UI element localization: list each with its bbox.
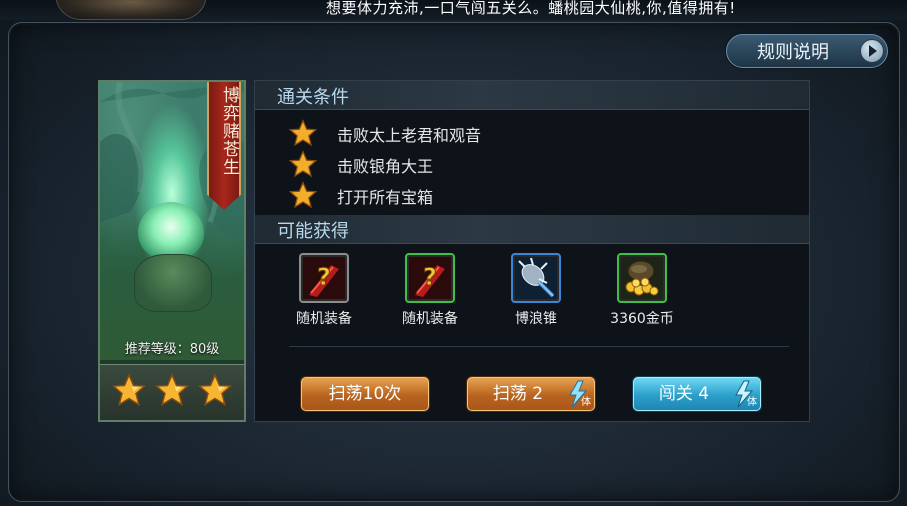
sweep-10-label: 扫荡10次 [328, 384, 402, 404]
clear-conditions-header: 通关条件 [255, 81, 809, 110]
star-icon [198, 373, 232, 407]
condition-text: 打开所有宝箱 [337, 188, 434, 207]
sweep-10-button[interactable]: 扫荡10次 [301, 377, 429, 411]
stage-card[interactable]: 博弈赌苍生 推荐等级：80级 [98, 80, 246, 422]
possible-rewards-header: 可能获得 [255, 215, 809, 244]
stage-title: 博弈赌苍生 [219, 86, 239, 176]
divider [289, 346, 789, 347]
clear-conditions-title: 通关条件 [277, 87, 349, 108]
energy-icon: 体 [730, 380, 758, 408]
random-equipment-icon: ? [405, 253, 455, 303]
reward-name: 3360金币 [610, 311, 674, 327]
condition-text: 击败银角大王 [337, 157, 434, 176]
reward-name: 随机装备 [402, 311, 458, 327]
energy-icon: 体 [564, 380, 592, 408]
star-icon [289, 119, 317, 147]
challenge-label: 闯关 4 [658, 384, 710, 404]
reward-name: 博浪锥 [515, 311, 557, 327]
sweep-button[interactable]: 扫荡 2 体 [467, 377, 595, 411]
rules-button-label: 规则说明 [757, 42, 829, 63]
reward-name: 随机装备 [296, 311, 352, 327]
challenge-button[interactable]: 闯关 4 体 [633, 377, 761, 411]
stage-star-rating [100, 364, 244, 420]
spiked-mace-icon [511, 253, 561, 303]
sweep-label: 扫荡 2 [492, 384, 544, 404]
gold-coins-icon [617, 253, 667, 303]
energy-label: 体 [581, 397, 591, 408]
play-arrow-icon [860, 39, 884, 63]
star-icon [155, 373, 189, 407]
svg-text:?: ? [317, 263, 331, 291]
top-bar: 想要体力充沛,一口气闯五关么。蟠桃园大仙桃,你,值得拥有! [0, 0, 907, 20]
reward-item[interactable]: 博浪锥 [491, 253, 581, 328]
recommended-level: 推荐等级：80级 [124, 342, 220, 357]
reward-item[interactable]: 3360金币 [597, 253, 687, 328]
energy-label: 体 [747, 397, 757, 408]
star-icon [289, 150, 317, 178]
star-icon [112, 373, 146, 407]
random-equipment-icon: ? [299, 253, 349, 303]
rules-button[interactable]: 规则说明 [726, 34, 888, 68]
reward-item[interactable]: ? 随机装备 [279, 253, 369, 328]
reward-item[interactable]: ? 随机装备 [385, 253, 475, 328]
possible-rewards-title: 可能获得 [277, 221, 349, 242]
announcement-text: 想要体力充沛,一口气闯五关么。蟠桃园大仙桃,你,值得拥有! [326, 0, 736, 17]
condition-text: 击败太上老君和观音 [337, 126, 482, 145]
svg-text:?: ? [423, 263, 437, 291]
top-ornament [55, 0, 207, 20]
stage-detail-panel: 通关条件 击败太上老君和观音 击败银角大王 打开所有宝箱 可能获得 ? 随机装备… [254, 80, 810, 422]
stage-illustration: 博弈赌苍生 推荐等级：80级 [100, 82, 244, 360]
star-icon [289, 181, 317, 209]
